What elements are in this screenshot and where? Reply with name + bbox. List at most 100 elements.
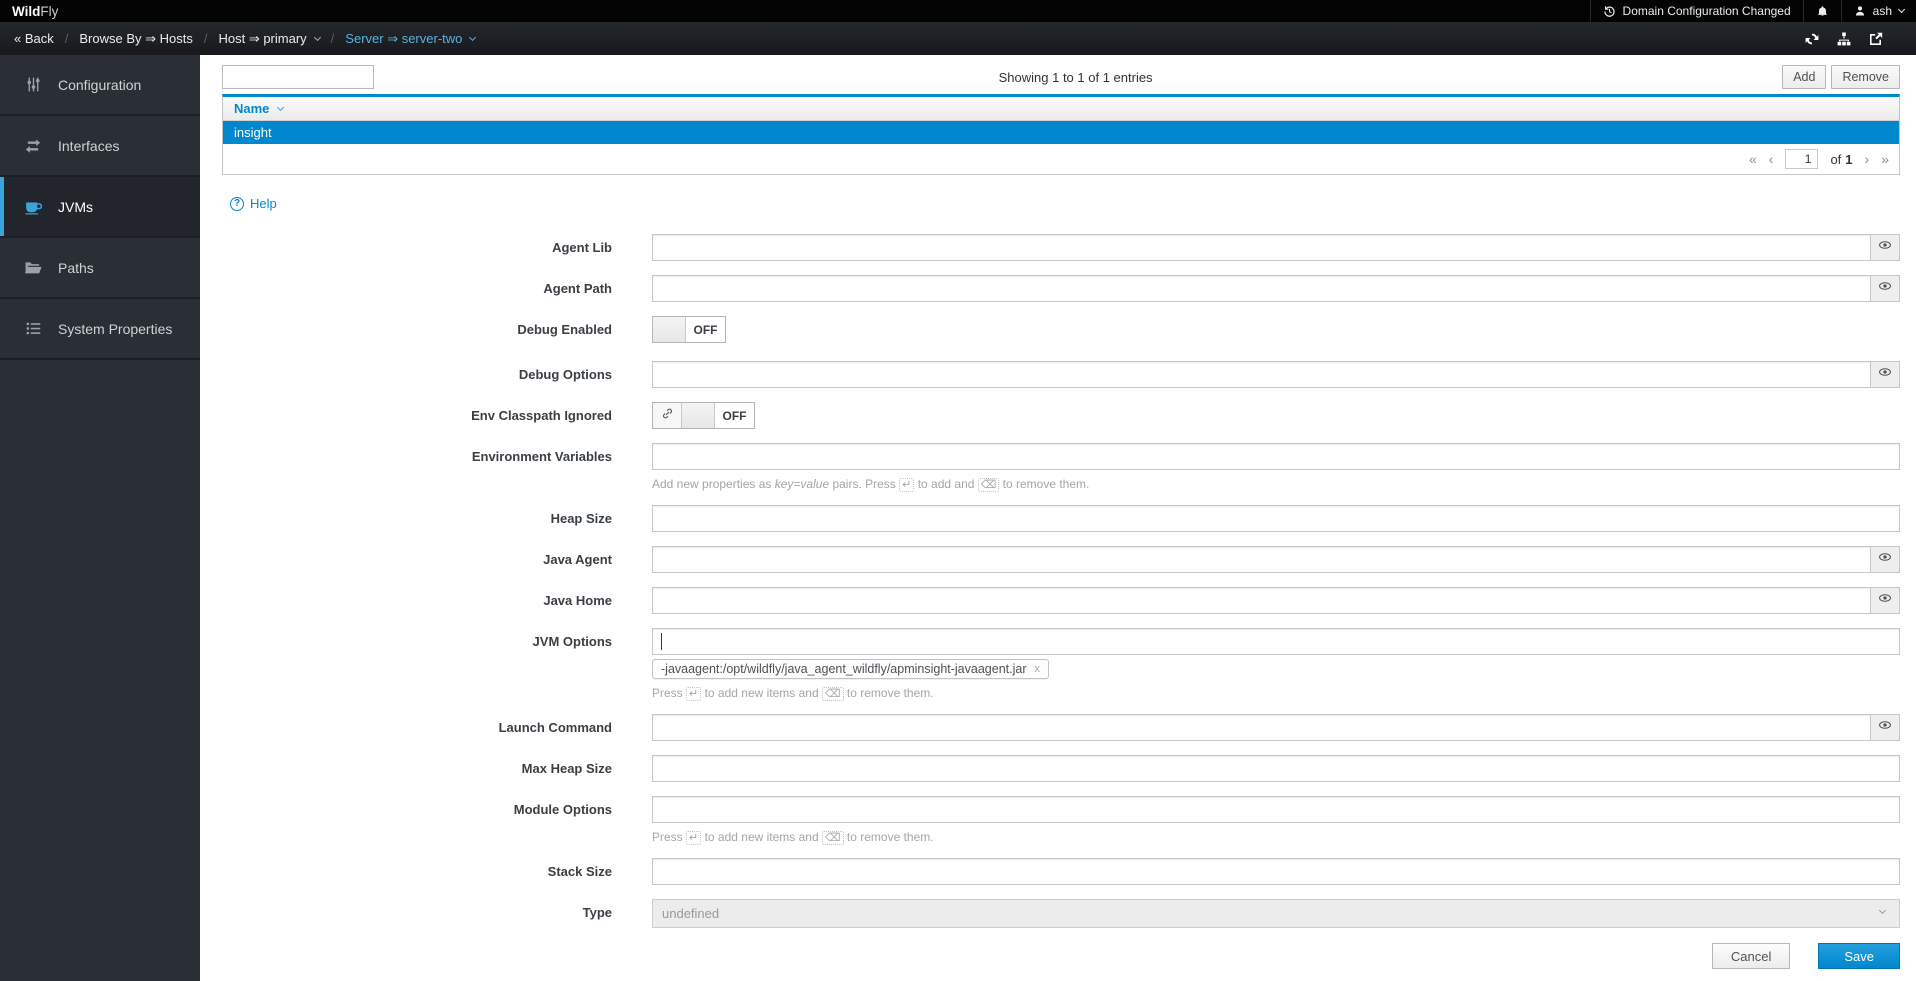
sidebar-item-system-properties[interactable]: System Properties [0,299,200,360]
breadcrumb-browse-by-hosts[interactable]: Browse By ⇒ Hosts [79,31,192,47]
chevron-down-icon [469,33,476,40]
field-label: Heap Size [200,505,652,526]
pagination-prev-button[interactable]: ‹ [1769,152,1774,166]
sidebar-item-label: Interfaces [58,138,119,154]
sidebar-item-interfaces[interactable]: Interfaces [0,116,200,177]
backspace-key-icon: ⌫ [822,687,844,701]
user-menu[interactable]: ash [1841,0,1916,22]
form-row-max-heap-size: Max Heap Size [200,755,1900,782]
launch-command-input[interactable] [652,714,1871,741]
expression-link-button[interactable] [653,403,682,428]
field-label: Max Heap Size [200,755,652,776]
sidebar-item-paths[interactable]: Paths [0,238,200,299]
user-icon [1854,5,1866,17]
form-row-env-classpath-ignored: Env Classpath Ignored OFF [200,402,1900,429]
history-icon [1603,5,1616,18]
sidebar-item-label: Configuration [58,77,141,93]
topology-icon[interactable] [1836,31,1852,47]
sidebar-item-label: JVMs [58,199,93,215]
resolve-expression-button[interactable] [1870,587,1900,614]
type-select[interactable]: undefined [652,899,1900,928]
field-label: Debug Enabled [200,316,652,337]
jvm-options-input[interactable] [652,628,1900,655]
jvm-option-tag: -javaagent:/opt/wildfly/java_agent_wildf… [652,659,1049,679]
notifications-button[interactable] [1803,0,1841,22]
help-link[interactable]: ? Help [230,196,277,211]
sidebar-item-configuration[interactable]: Configuration [0,55,200,116]
table-row-insight[interactable]: insight [223,121,1899,144]
pagination-of-total: of1 [1830,152,1852,167]
chevron-down-icon [1898,6,1905,13]
pagination-last-button[interactable]: » [1881,152,1889,166]
form-row-debug-enabled: Debug Enabled OFF [200,316,1900,347]
remove-button[interactable]: Remove [1831,65,1900,89]
field-helper-text: Press ↵ to add new items and ⌫ to remove… [652,830,1900,844]
refresh-icon[interactable] [1804,31,1820,47]
sidebar-item-jvms[interactable]: JVMs [0,177,200,238]
link-icon [661,407,674,425]
stack-size-input[interactable] [652,858,1900,885]
agent-lib-input[interactable] [652,234,1871,261]
module-options-input[interactable] [652,796,1900,823]
form-row-heap-size: Heap Size [200,505,1900,532]
form-row-launch-command: Launch Command [200,714,1900,741]
resolve-expression-button[interactable] [1870,275,1900,302]
form-row-java-agent: Java Agent [200,546,1900,573]
external-link-icon[interactable] [1868,31,1884,47]
add-button[interactable]: Add [1782,65,1826,89]
wildfly-logo[interactable]: WildFly [0,0,70,22]
breadcrumb-host-primary[interactable]: Host ⇒ primary [218,31,319,47]
brand-light: Fly [40,4,58,19]
form-row-type: Type undefined [200,899,1900,928]
env-classpath-ignored-toggle[interactable]: OFF [652,402,755,429]
field-label: Debug Options [200,361,652,382]
form-row-stack-size: Stack Size [200,858,1900,885]
debug-enabled-toggle[interactable]: OFF [652,316,726,343]
breadcrumb-separator: / [65,31,69,46]
domain-configuration-changed-label: Domain Configuration Changed [1623,4,1791,18]
pagination-next-button[interactable]: › [1865,152,1870,166]
domain-configuration-changed-button[interactable]: Domain Configuration Changed [1590,0,1803,22]
tag-text: -javaagent:/opt/wildfly/java_agent_wildf… [661,662,1027,676]
max-heap-size-input[interactable] [652,755,1900,782]
breadcrumb-server-server-two[interactable]: Server ⇒ server-two [345,31,475,47]
environment-variables-input[interactable] [652,443,1900,470]
brand-bold: Wild [12,4,40,19]
pagination-first-button[interactable]: « [1749,152,1757,166]
tag-remove-button[interactable]: x [1035,663,1041,675]
field-helper-text: Press ↵ to add new items and ⌫ to remove… [652,686,1900,700]
form-row-agent-path: Agent Path [200,275,1900,302]
form-actions: Cancel Save [200,943,1900,969]
eye-icon [1878,550,1892,569]
form-row-environment-variables: Environment Variables Add new properties… [200,443,1900,491]
resolve-expression-button[interactable] [1870,546,1900,573]
help-label: Help [250,196,277,211]
agent-path-input[interactable] [652,275,1871,302]
resolve-expression-button[interactable] [1870,714,1900,741]
save-button[interactable]: Save [1818,943,1900,969]
breadcrumb-separator: / [204,31,208,46]
breadcrumb-actions [1804,31,1884,47]
resolve-expression-button[interactable] [1870,361,1900,388]
sidebar-item-label: Paths [58,260,94,276]
form-row-java-home: Java Home [200,587,1900,614]
cancel-button[interactable]: Cancel [1712,943,1790,969]
java-agent-input[interactable] [652,546,1871,573]
pagination-page-input[interactable] [1785,149,1818,169]
enter-key-icon: ↵ [686,687,701,701]
sliders-icon [23,76,43,93]
help-icon: ? [230,197,244,211]
folder-open-icon [23,259,43,277]
java-home-input[interactable] [652,587,1871,614]
heap-size-input[interactable] [652,505,1900,532]
debug-options-input[interactable] [652,361,1871,388]
enter-key-icon: ↵ [686,831,701,845]
resolve-expression-button[interactable] [1870,234,1900,261]
enter-key-icon: ↵ [899,478,914,492]
table-search-input[interactable] [222,65,374,89]
eye-icon [1878,279,1892,298]
column-header-name[interactable]: Name [223,97,1899,121]
back-link[interactable]: « Back [14,31,54,46]
field-label: Module Options [200,796,652,817]
field-helper-text: Add new properties as key=value pairs. P… [652,477,1900,491]
